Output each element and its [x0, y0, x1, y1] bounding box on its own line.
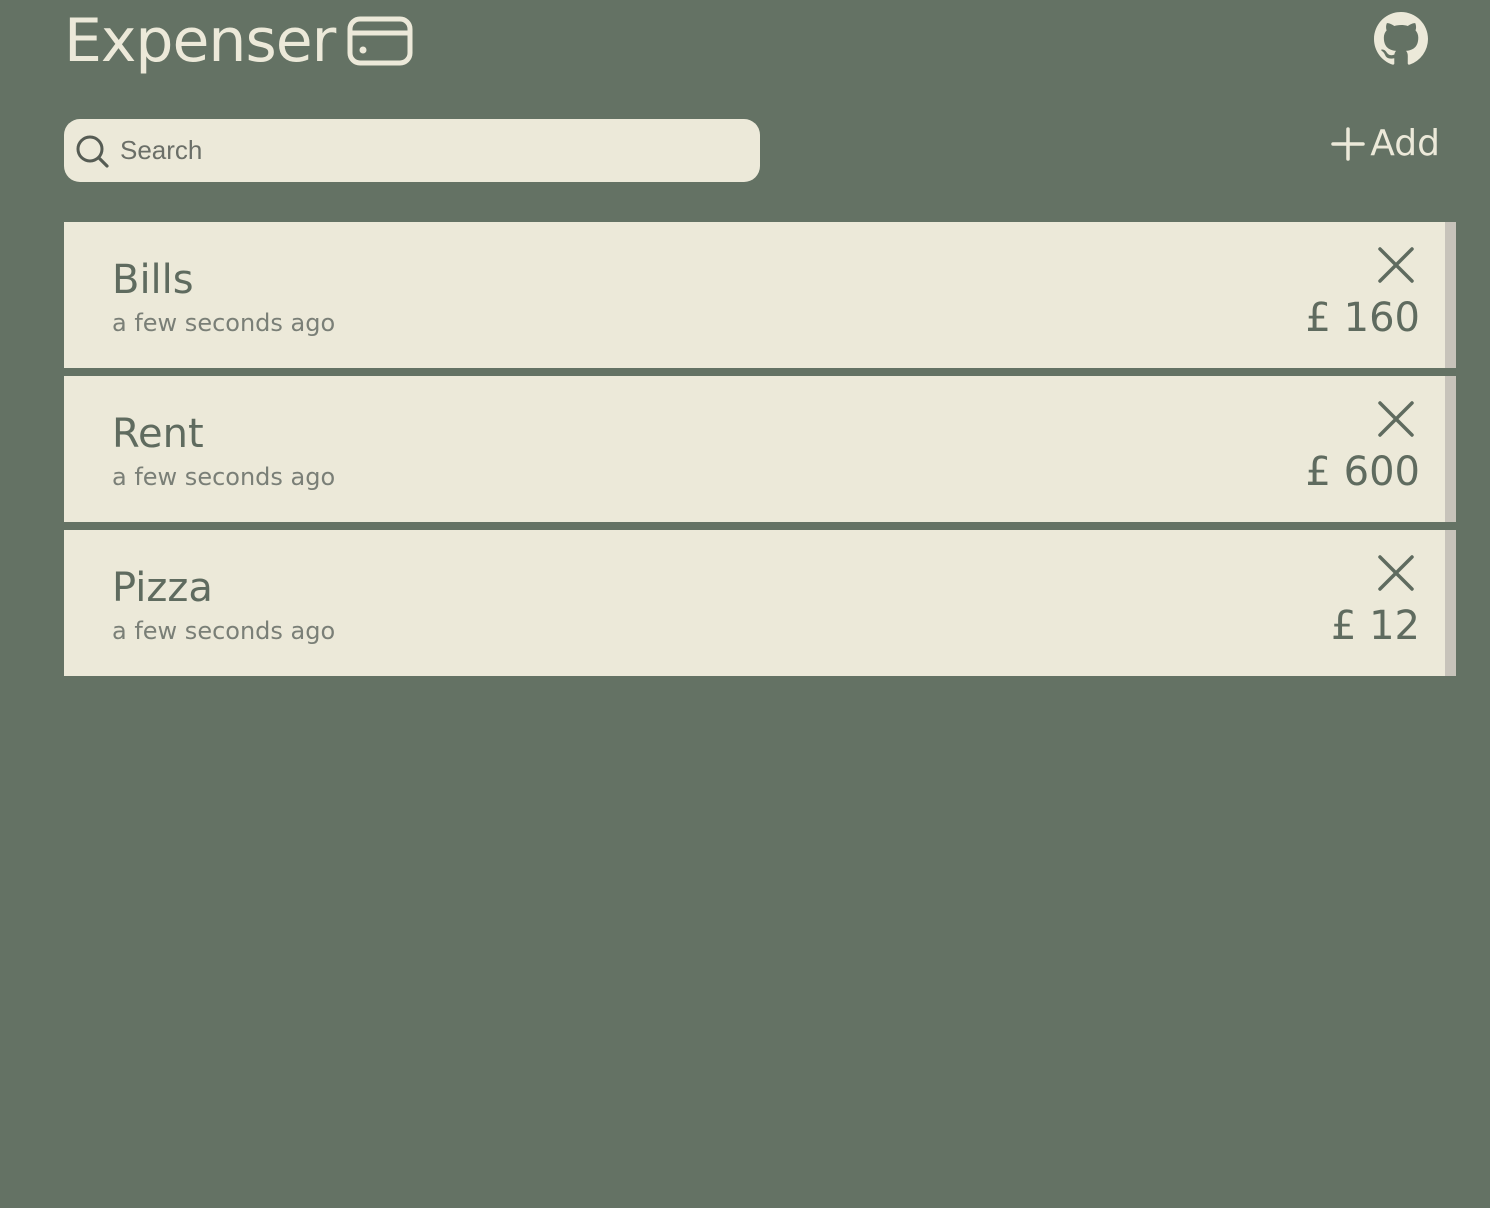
- expense-name: Pizza: [112, 565, 213, 611]
- expense-name: Rent: [112, 411, 204, 457]
- expense-list: Bills a few seconds ago £ 160 Rent a few…: [64, 222, 1456, 684]
- expense-item[interactable]: Bills a few seconds ago £ 160: [64, 222, 1456, 368]
- expense-amount: £ 12: [1330, 603, 1420, 649]
- expense-item[interactable]: Rent a few seconds ago £ 600: [64, 376, 1456, 522]
- expense-item[interactable]: Pizza a few seconds ago £ 12: [64, 530, 1456, 676]
- add-button[interactable]: Add: [1330, 120, 1440, 168]
- search-input[interactable]: [120, 130, 740, 171]
- search-bar: [64, 119, 760, 182]
- expense-amount: £ 160: [1305, 295, 1420, 341]
- add-label: Add: [1370, 123, 1440, 164]
- expense-timestamp: a few seconds ago: [112, 463, 336, 491]
- expense-name: Bills: [112, 257, 194, 303]
- credit-card-icon: [347, 16, 413, 66]
- app-title: Expenser: [64, 6, 336, 76]
- expense-timestamp: a few seconds ago: [112, 309, 336, 337]
- header: Expenser: [64, 0, 1440, 90]
- plus-icon: [1330, 126, 1366, 162]
- expense-timestamp: a few seconds ago: [112, 617, 336, 645]
- search-icon: [74, 133, 110, 169]
- expense-amount: £ 600: [1305, 449, 1420, 495]
- close-icon[interactable]: [1377, 246, 1415, 284]
- github-icon[interactable]: [1374, 12, 1428, 66]
- brand: Expenser: [64, 6, 413, 76]
- close-icon[interactable]: [1377, 400, 1415, 438]
- close-icon[interactable]: [1377, 554, 1415, 592]
- app-root: Expenser Search Add Bills a few seconds …: [0, 0, 1490, 1208]
